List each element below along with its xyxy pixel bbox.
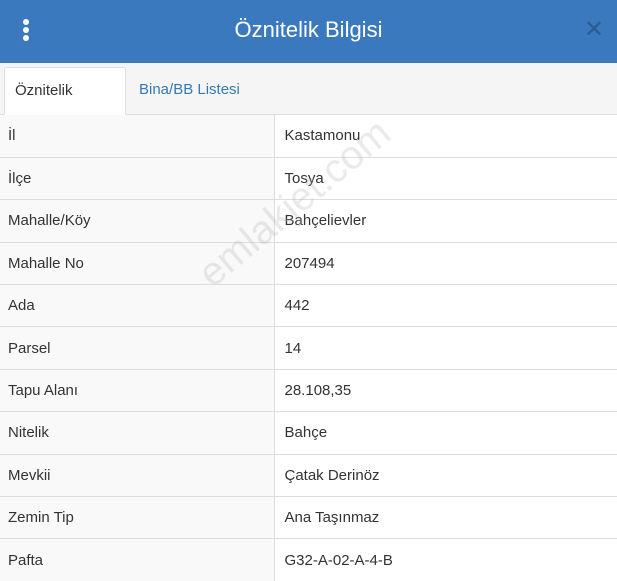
- row-key: Mahalle/Köy: [0, 199, 275, 243]
- table-row: Mahalle No 207494: [0, 241, 617, 285]
- table-row: Pafta G32-A-02-A-4-B: [0, 538, 617, 581]
- row-key: İlçe: [0, 156, 275, 200]
- row-key: Mahalle No: [0, 241, 275, 285]
- row-key: İl: [0, 115, 275, 158]
- row-value: Kastamonu: [274, 115, 617, 158]
- tab-bar: Öznitelik Bilgisi Bina/BB Listesi: [0, 63, 617, 145]
- close-icon[interactable]: ✕: [583, 18, 605, 42]
- row-value: Tosya: [274, 156, 617, 200]
- table-row: Tapu Alanı 28.108,35: [0, 368, 617, 412]
- row-value: 28.108,35: [274, 368, 617, 412]
- row-key: Mevkii: [0, 453, 275, 497]
- attribute-table: İl Kastamonu İlçe Tosya Mahalle/Köy Bahç…: [0, 115, 617, 581]
- row-value: 14: [274, 326, 617, 370]
- table-row: İl Kastamonu: [0, 115, 617, 158]
- row-value: Ana Taşınmaz: [274, 496, 617, 539]
- row-value: 207494: [274, 241, 617, 285]
- table-row: Ada 442: [0, 284, 617, 327]
- table-row: Nitelik Bahçe: [0, 411, 617, 455]
- table-row: Parsel 14: [0, 326, 617, 370]
- window-header: Öznitelik Bilgisi ✕: [0, 0, 617, 63]
- row-value: Bahçelievler: [274, 199, 617, 243]
- row-key: Nitelik: [0, 411, 275, 455]
- window-title: Öznitelik Bilgisi: [234, 17, 383, 42]
- tab-building-list[interactable]: Bina/BB Listesi: [129, 67, 250, 115]
- table-row: Mahalle/Köy Bahçelievler: [0, 199, 617, 243]
- row-value: Çatak Derinöz: [274, 453, 617, 497]
- row-key: Zemin Tip: [0, 496, 275, 539]
- attribute-info-window: Öznitelik Bilgisi ✕ Öznitelik Bilgisi Bi…: [0, 0, 617, 581]
- row-key: Tapu Alanı: [0, 368, 275, 412]
- tab-attribute-info[interactable]: Öznitelik Bilgisi: [4, 67, 126, 145]
- table-row: Zemin Tip Ana Taşınmaz: [0, 496, 617, 539]
- table-row: Mevkii Çatak Derinöz: [0, 453, 617, 497]
- row-value: 442: [274, 284, 617, 327]
- row-key: Ada: [0, 284, 275, 327]
- row-value: Bahçe: [274, 411, 617, 455]
- row-key: Pafta: [0, 538, 275, 581]
- row-value: G32-A-02-A-4-B: [274, 538, 617, 581]
- row-key: Parsel: [0, 326, 275, 370]
- table-row: İlçe Tosya: [0, 156, 617, 200]
